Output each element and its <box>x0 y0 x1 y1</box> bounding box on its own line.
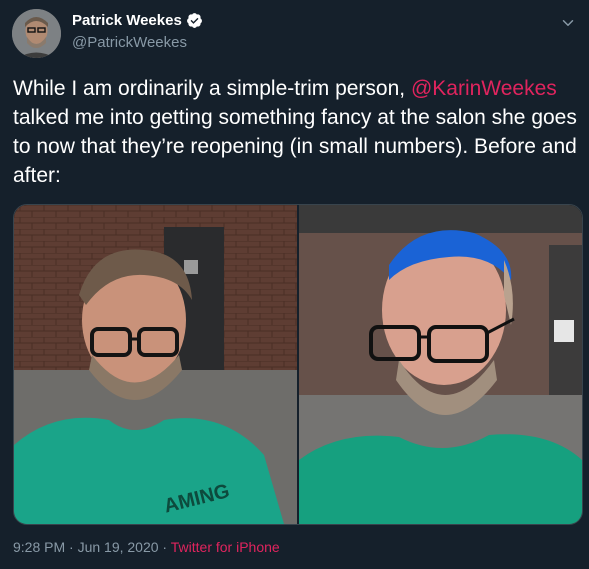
author-name[interactable]: Patrick Weekes <box>72 12 182 29</box>
tweet-text-before: While I am ordinarily a simple-trim pers… <box>13 77 411 100</box>
photo-before[interactable]: AMING <box>14 205 297 524</box>
verified-badge-icon <box>186 13 202 28</box>
meta-separator: · <box>158 539 171 555</box>
mention-link[interactable]: @KarinWeekes <box>411 77 557 100</box>
source-link[interactable]: Twitter for iPhone <box>171 539 280 555</box>
author-name-row[interactable]: Patrick Weekes <box>72 12 203 29</box>
avatar[interactable] <box>12 9 61 58</box>
photo-after[interactable] <box>299 205 582 524</box>
author-handle[interactable]: @PatrickWeekes <box>72 34 187 51</box>
tweet-media[interactable]: AMING <box>13 204 583 525</box>
chevron-down-icon[interactable] <box>559 14 577 32</box>
tweet-meta: 9:28 PM · Jun 19, 2020 · Twitter for iPh… <box>13 539 280 555</box>
tweet-text: While I am ordinarily a simple-trim pers… <box>13 74 579 190</box>
tweet-text-after: talked me into getting something fancy a… <box>13 106 577 187</box>
timestamp[interactable]: 9:28 PM · Jun 19, 2020 <box>13 539 159 555</box>
